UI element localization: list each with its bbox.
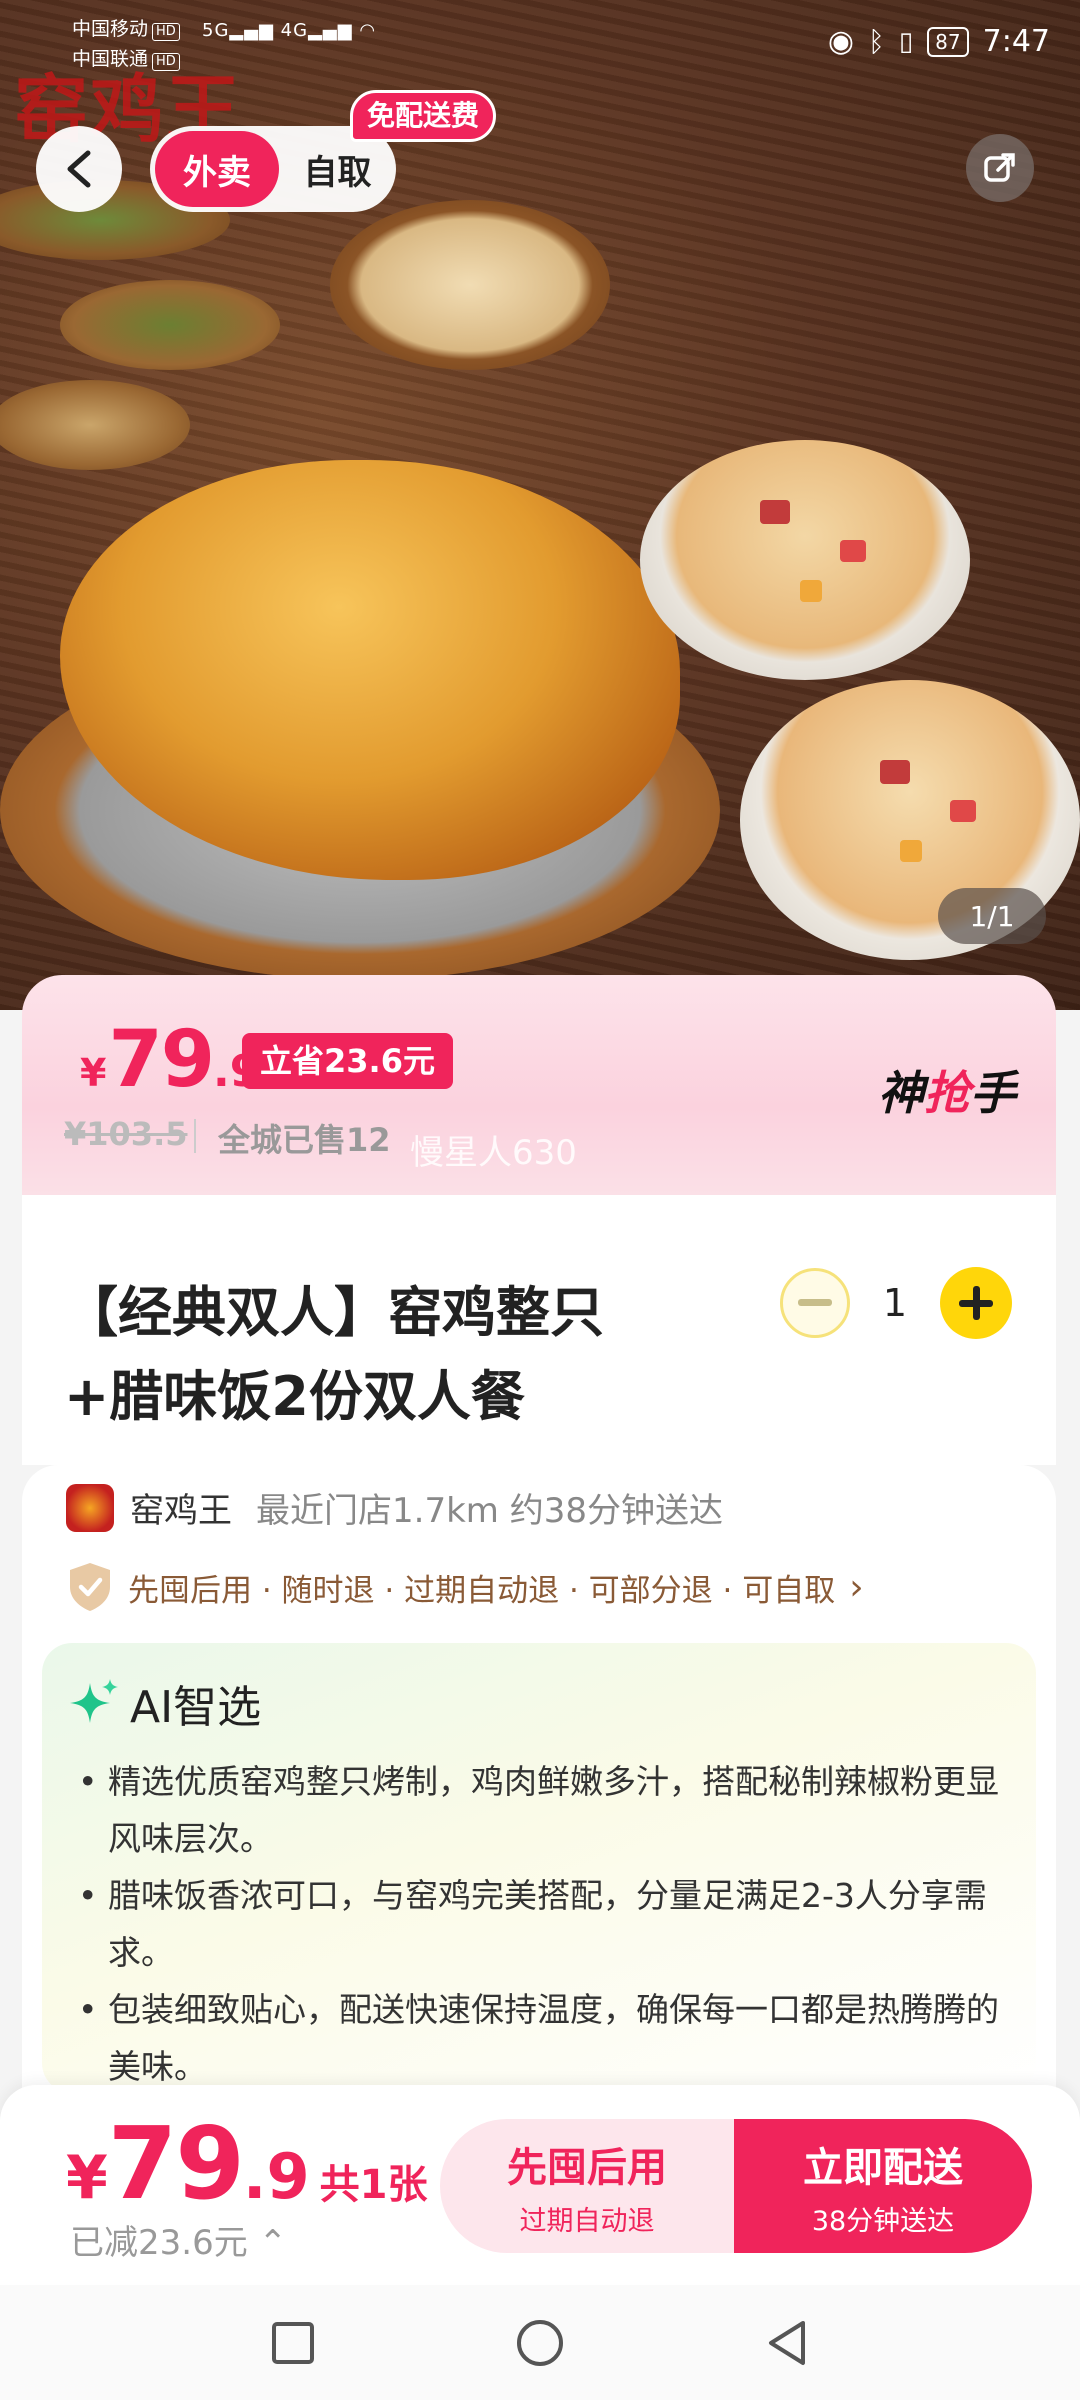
store-row[interactable]: 窑鸡王 最近门店1.7km 约38分钟送达 xyxy=(66,1483,723,1532)
image-page-indicator: 1/1 xyxy=(938,888,1046,944)
battery-icon: 87 xyxy=(927,26,969,57)
rice-topping xyxy=(900,840,922,862)
product-section: 【经典双人】窑鸡整只 +腊味饭2份双人餐 1 xyxy=(22,1195,1056,1465)
system-nav-bar xyxy=(0,2285,1080,2400)
checkout-bar: ¥ 79 .9 共1张 已减23.6元 ⌃ 先囤后用 过期自动退 立即配送 38… xyxy=(0,2085,1080,2285)
back-button[interactable] xyxy=(36,126,122,212)
policy-row[interactable]: 先囤后用 · 随时退 · 过期自动退 · 可部分退 · 可自取 › xyxy=(66,1561,864,1613)
recents-icon[interactable] xyxy=(271,2321,315,2365)
sparkle-icon xyxy=(70,1679,118,1723)
nut-bowl xyxy=(330,200,610,370)
store-distance-eta: 最近门店1.7km 约38分钟送达 xyxy=(256,1491,723,1531)
policy-text: 先囤后用 · 随时退 · 过期自动退 · 可部分退 · 可自取 xyxy=(128,1572,836,1609)
ai-point: 精选优质窑鸡整只烤制，鸡肉鲜嫩多汁，搭配秘制辣椒粉更显风味层次。 xyxy=(72,1753,1012,1867)
shenqiangshou-logo: 神抢手 xyxy=(878,1066,1016,1120)
divider xyxy=(194,1119,196,1153)
rice-topping xyxy=(840,540,866,562)
status-bar: 中国移动 HD 中国联通 HD 5G▂▄▆ 4G▂▄▆ ◠ ◉ ᛒ ▯ 87 7:4… xyxy=(0,0,1080,90)
price-card: ¥ 79 .9 立省23.6元 ¥103.5 全城已售12 慢星人630 神抢手 xyxy=(22,975,1056,1195)
rice-bowl xyxy=(640,440,970,680)
quantity-value: 1 xyxy=(882,1281,908,1325)
vibrate-icon: ▯ xyxy=(898,26,914,57)
share-button[interactable] xyxy=(966,134,1034,202)
free-delivery-badge: 免配送费 xyxy=(350,90,497,142)
rice-topping xyxy=(800,580,822,602)
back-nav-icon[interactable] xyxy=(765,2319,809,2367)
plus-icon xyxy=(959,1286,993,1320)
bluetooth-icon: ᛒ xyxy=(868,25,885,58)
store-info-card: 窑鸡王 最近门店1.7km 约38分钟送达 先囤后用 · 随时退 · 过期自动退… xyxy=(22,1465,1056,2095)
signal-icon: 5G▂▄▆ 4G▂▄▆ ◠ xyxy=(202,20,377,41)
rice-topping xyxy=(880,760,910,784)
deliver-now-button[interactable]: 立即配送 38分钟送达 xyxy=(734,2119,1032,2253)
clock: 7:47 xyxy=(982,24,1050,59)
minus-icon xyxy=(798,1299,832,1306)
ai-summary-box: AI智选 精选优质窑鸡整只烤制，鸡肉鲜嫩多汁，搭配秘制辣椒粉更显风味层次。 腊味… xyxy=(42,1643,1036,2093)
share-icon xyxy=(984,153,1015,182)
action-buttons: 先囤后用 过期自动退 立即配送 38分钟送达 xyxy=(440,2119,1032,2253)
rice-topping xyxy=(950,800,976,822)
chevron-right-icon: › xyxy=(849,1566,864,1608)
home-icon[interactable] xyxy=(515,2318,565,2368)
total-price: ¥ 79 .9 共1张 xyxy=(66,2105,428,2222)
tab-pickup[interactable]: 自取 xyxy=(279,145,396,194)
spice-spoon xyxy=(60,280,280,370)
buy-now-use-later-button[interactable]: 先囤后用 过期自动退 xyxy=(440,2119,734,2253)
deal-price: ¥ 79 .9 xyxy=(80,1015,261,1105)
ai-point: 腊味饭香浓可口，与窑鸡完美搭配，分量足满足2-3人分享需求。 xyxy=(72,1867,1012,1981)
tab-delivery[interactable]: 外卖 xyxy=(155,131,279,207)
ai-point: 包装细致贴心，配送快速保持温度，确保每一口都是热腾腾的美味。 xyxy=(72,1981,1012,2095)
quantity-stepper: 1 xyxy=(780,1267,1012,1339)
ai-title: AI智选 xyxy=(68,1671,261,1735)
user-watermark: 慢星人630 xyxy=(410,1133,577,1173)
ai-points: 精选优质窑鸡整只烤制，鸡肉鲜嫩多汁，搭配秘制辣椒粉更显风味层次。 腊味饭香浓可口… xyxy=(72,1753,1012,2095)
store-name: 窑鸡王 xyxy=(130,1491,232,1531)
store-logo xyxy=(66,1483,114,1532)
decrease-button[interactable] xyxy=(780,1268,850,1338)
carrier-2: 中国联通 HD xyxy=(72,48,180,71)
carrier-1: 中国移动 HD xyxy=(72,18,180,41)
status-icons: ◉ ᛒ ▯ 87 7:47 xyxy=(828,24,1050,59)
increase-button[interactable] xyxy=(940,1267,1012,1339)
sold-count: 全城已售12 xyxy=(218,1121,391,1159)
discount-detail-toggle[interactable]: 已减23.6元 ⌃ xyxy=(70,2215,287,2264)
shield-check-icon xyxy=(70,1563,110,1611)
original-price: ¥103.5 xyxy=(64,1115,188,1153)
eye-icon: ◉ xyxy=(827,24,855,59)
product-title: 【经典双人】窑鸡整只 +腊味饭2份双人餐 xyxy=(64,1281,604,1428)
rice-topping xyxy=(760,500,790,524)
save-badge: 立省23.6元 xyxy=(242,1033,453,1089)
chevron-left-icon xyxy=(67,150,91,188)
